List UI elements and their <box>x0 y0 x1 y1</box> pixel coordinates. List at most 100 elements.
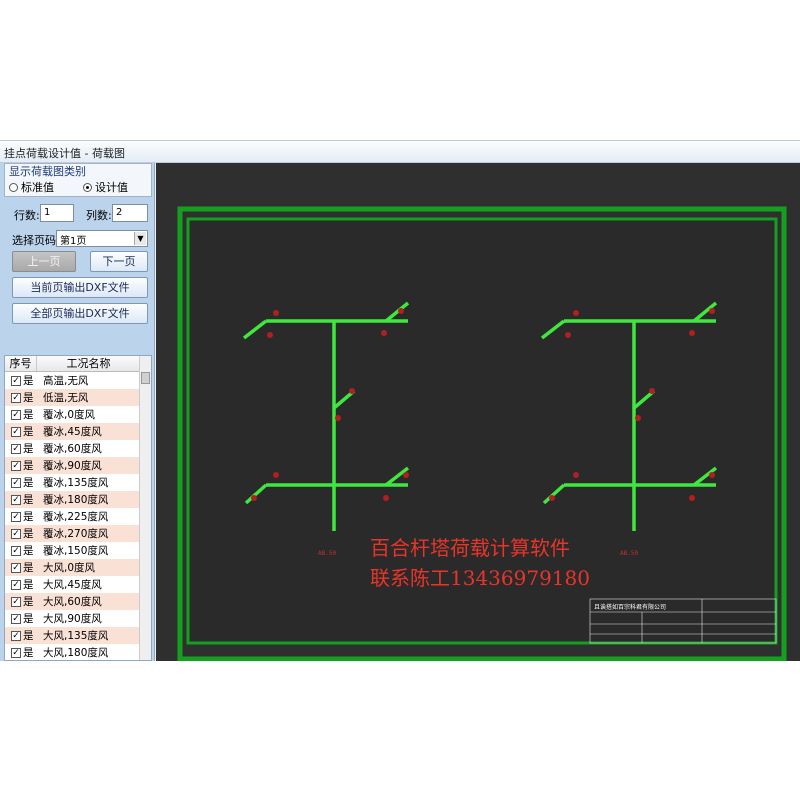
case-name: 大风,180度风 <box>43 647 109 659</box>
tower-left-label: AB.50 <box>318 550 336 557</box>
list-item[interactable]: ✓ 是大风,0度风 <box>5 559 151 576</box>
case-checkbox[interactable]: ✓ <box>11 647 21 658</box>
case-checkbox[interactable]: ✓ <box>11 511 21 522</box>
case-rows: ✓ 是高温,无风 ✓ 是低温,无风 ✓ 是覆冰,0度风 ✓ 是覆冰,45度风 ✓ 是覆冰,60度风… <box>5 372 151 660</box>
list-item[interactable]: ✓ 是大风,180度风 <box>5 644 151 660</box>
radio-design[interactable]: 设计值 <box>83 179 128 195</box>
case-checkbox[interactable]: ✓ <box>11 443 21 454</box>
list-item[interactable]: ✓ 是大风,135度风 <box>5 627 151 644</box>
case-enabled: 是 <box>23 545 34 557</box>
list-item[interactable]: ✓ 是覆冰,135度风 <box>5 474 151 491</box>
list-item[interactable]: ✓ 是覆冰,150度风 <box>5 542 151 559</box>
case-name: 覆冰,150度风 <box>43 545 109 557</box>
radio-design-dot[interactable] <box>83 182 92 192</box>
rows-input[interactable]: 1 <box>40 204 74 222</box>
case-name: 大风,45度风 <box>43 579 102 591</box>
case-checkbox[interactable]: ✓ <box>11 409 21 420</box>
list-scrollbar-thumb[interactable] <box>141 372 150 384</box>
list-item[interactable]: ✓ 是覆冰,0度风 <box>5 406 151 423</box>
case-checkbox[interactable]: ✓ <box>11 579 21 590</box>
case-enabled: 是 <box>23 426 34 438</box>
case-checkbox[interactable]: ✓ <box>11 426 21 437</box>
list-scrollbar[interactable] <box>139 356 151 660</box>
case-name: 大风,135度风 <box>43 630 109 642</box>
case-checkbox[interactable]: ✓ <box>11 375 21 386</box>
node <box>709 308 715 314</box>
dropdown-arrow-icon[interactable]: ▼ <box>134 232 146 245</box>
node <box>349 388 355 394</box>
case-enabled: 是 <box>23 460 34 472</box>
case-enabled: 是 <box>23 630 34 642</box>
tower-right-label: AB.50 <box>620 550 638 557</box>
case-enabled: 是 <box>23 613 34 625</box>
rows-label: 行数: <box>14 209 40 222</box>
list-item[interactable]: ✓ 是大风,45度风 <box>5 576 151 593</box>
list-item[interactable]: ✓ 是大风,90度风 <box>5 610 151 627</box>
list-item[interactable]: ✓ 是覆冰,270度风 <box>5 525 151 542</box>
case-name: 覆冰,270度风 <box>43 528 109 540</box>
list-item[interactable]: ✓ 是低温,无风 <box>5 389 151 406</box>
list-item[interactable]: ✓ 是覆冰,45度风 <box>5 423 151 440</box>
cols-label: 列数: <box>86 209 112 222</box>
node <box>398 308 404 314</box>
export-current-button[interactable]: 当前页输出DXF文件 <box>12 277 148 298</box>
case-enabled: 是 <box>23 392 34 404</box>
case-enabled: 是 <box>23 409 34 421</box>
case-checkbox[interactable]: ✓ <box>11 613 21 624</box>
radio-standard-dot[interactable] <box>9 182 18 192</box>
case-checkbox[interactable]: ✓ <box>11 596 21 607</box>
node <box>573 472 579 478</box>
watermark-line1: 百合杆塔荷载计算软件 <box>370 536 570 560</box>
node <box>565 332 571 338</box>
case-enabled: 是 <box>23 596 34 608</box>
case-list: 序号 工况名称 ✓ 是高温,无风 ✓ 是低温,无风 ✓ 是覆冰,0度风 ✓ 是覆冰,45度风 ✓… <box>4 355 152 661</box>
node <box>649 388 655 394</box>
case-checkbox[interactable]: ✓ <box>11 460 21 471</box>
case-enabled: 是 <box>23 528 34 540</box>
case-enabled: 是 <box>23 494 34 506</box>
left-panel: 显示荷载图类别 标准值 设计值 行数: 1 列数: 2 选择页码 第1页 ▼ 上… <box>0 163 155 661</box>
prev-page-button[interactable]: 上一页 <box>12 251 76 272</box>
case-checkbox[interactable]: ✓ <box>11 562 21 573</box>
node <box>273 472 279 478</box>
display-type-group: 显示荷载图类别 标准值 设计值 <box>4 163 152 197</box>
list-item[interactable]: ✓ 是覆冰,60度风 <box>5 440 151 457</box>
list-item[interactable]: ✓ 是覆冰,90度风 <box>5 457 151 474</box>
case-checkbox[interactable]: ✓ <box>11 477 21 488</box>
case-checkbox[interactable]: ✓ <box>11 528 21 539</box>
radio-design-label: 设计值 <box>95 181 128 194</box>
case-name: 大风,60度风 <box>43 596 102 608</box>
title-block-company: 且诶搭如百宗科君有限公司 <box>594 603 666 611</box>
case-name: 覆冰,0度风 <box>43 409 96 421</box>
case-enabled: 是 <box>23 562 34 574</box>
cols-input[interactable]: 2 <box>112 204 148 222</box>
radio-standard-label: 标准值 <box>21 181 54 194</box>
export-all-button[interactable]: 全部页输出DXF文件 <box>12 303 148 324</box>
next-page-button[interactable]: 下一页 <box>90 251 148 272</box>
case-name: 覆冰,225度风 <box>43 511 109 523</box>
radio-standard[interactable]: 标准值 <box>9 179 54 195</box>
case-enabled: 是 <box>23 443 34 455</box>
node <box>251 495 257 501</box>
node <box>335 415 341 421</box>
node <box>573 310 579 316</box>
col-no-header: 序号 <box>5 356 37 371</box>
case-name: 覆冰,90度风 <box>43 460 102 472</box>
window-title: 挂点荷载设计值 - 荷载图 <box>0 141 800 163</box>
list-item[interactable]: ✓ 是覆冰,180度风 <box>5 491 151 508</box>
list-item[interactable]: ✓ 是大风,60度风 <box>5 593 151 610</box>
case-enabled: 是 <box>23 511 34 523</box>
case-enabled: 是 <box>23 477 34 489</box>
case-checkbox[interactable]: ✓ <box>11 630 21 641</box>
node <box>709 472 715 478</box>
case-checkbox[interactable]: ✓ <box>11 545 21 556</box>
list-item[interactable]: ✓ 是高温,无风 <box>5 372 151 389</box>
list-item[interactable]: ✓ 是覆冰,225度风 <box>5 508 151 525</box>
page-select[interactable]: 第1页 ▼ <box>56 230 148 247</box>
case-name: 覆冰,180度风 <box>43 494 109 506</box>
case-name: 低温,无风 <box>43 392 89 404</box>
case-checkbox[interactable]: ✓ <box>11 392 21 403</box>
case-checkbox[interactable]: ✓ <box>11 494 21 505</box>
case-enabled: 是 <box>23 579 34 591</box>
watermark-line2: 联系陈工13436979180 <box>370 566 590 590</box>
